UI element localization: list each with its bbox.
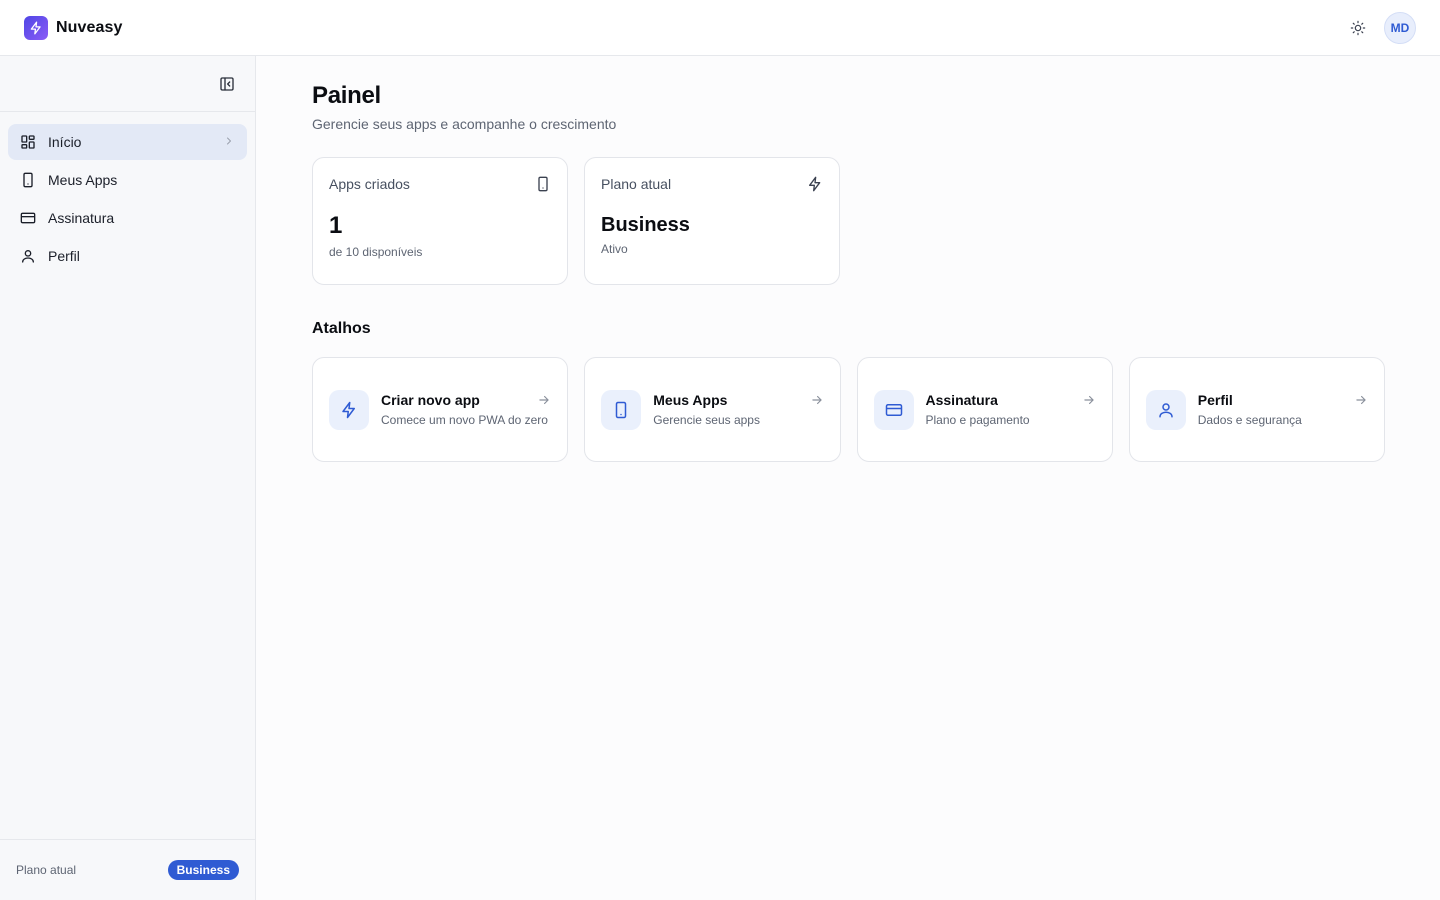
sun-icon	[1350, 20, 1366, 35]
sidebar-item-inicio[interactable]: Início	[8, 124, 247, 160]
shortcut-perfil[interactable]: Perfil Dados e segurança	[1128, 357, 1385, 462]
sidebar: Início Meus Apps Assinatura Perfil Plano…	[0, 56, 256, 900]
shortcut-meus-apps[interactable]: Meus Apps Gerencie seus apps	[584, 357, 841, 462]
top-header: Nuveasy MD	[0, 0, 1440, 56]
shortcuts-title: Atalhos	[312, 320, 371, 337]
sidebar-item-assinatura[interactable]: Assinatura	[8, 200, 247, 236]
smartphone-icon	[601, 389, 642, 430]
sidebar-item-label: Meus Apps	[48, 172, 118, 188]
shortcut-subtitle: Comece um novo PWA do zero	[381, 412, 548, 427]
sidebar-item-label: Início	[48, 134, 82, 150]
stat-label: Apps criados	[329, 176, 410, 192]
shortcut-subtitle: Gerencie seus apps	[653, 412, 760, 427]
sidebar-collapse-button[interactable]	[217, 74, 237, 94]
sidebar-item-label: Assinatura	[48, 210, 115, 226]
stat-value: 1	[329, 212, 343, 239]
shortcut-subtitle: Plano e pagamento	[925, 412, 1030, 427]
layout-grid-icon	[20, 134, 36, 150]
shortcut-title: Perfil	[1197, 391, 1233, 408]
user-avatar[interactable]: MD	[1384, 11, 1416, 44]
credit-card-icon	[873, 389, 914, 430]
arrow-right-icon	[810, 393, 824, 407]
chevron-right-icon	[223, 135, 235, 147]
stat-label: Plano atual	[601, 176, 672, 192]
stat-card-apps-criados: Apps criados 1 de 10 disponíveis	[312, 157, 568, 285]
main-content: Painel Gerencie seus apps e acompanhe o …	[312, 56, 1385, 462]
brand[interactable]: Nuveasy	[24, 15, 123, 40]
sidebar-item-label: Perfil	[48, 248, 80, 264]
smartphone-icon	[20, 172, 36, 188]
shortcut-title: Meus Apps	[653, 391, 728, 408]
stats-row: Apps criados 1 de 10 disponíveis Plano a…	[312, 157, 1385, 285]
plan-badge: Business	[167, 860, 239, 880]
shortcut-subtitle: Dados e segurança	[1197, 412, 1302, 427]
header-actions: MD	[1348, 11, 1416, 44]
sidebar-nav: Início Meus Apps Assinatura Perfil	[0, 112, 255, 286]
arrow-right-icon	[1354, 393, 1368, 407]
logo-zap-icon	[24, 15, 48, 40]
stat-value: Business	[601, 214, 690, 236]
smartphone-icon	[535, 176, 551, 192]
stat-subtext: de 10 disponíveis	[329, 245, 423, 259]
sidebar-footer: Plano atual Business	[0, 839, 255, 900]
user-icon	[20, 248, 36, 264]
shortcut-assinatura[interactable]: Assinatura Plano e pagamento	[856, 357, 1113, 462]
stat-card-plano-atual: Plano atual Business Ativo	[584, 157, 840, 285]
credit-card-icon	[20, 210, 36, 226]
sidebar-top	[0, 56, 255, 112]
sidebar-item-perfil[interactable]: Perfil	[8, 238, 247, 274]
page-title: Painel	[312, 82, 381, 109]
zap-icon	[329, 389, 369, 430]
page-subtitle: Gerencie seus apps e acompanhe o crescim…	[312, 116, 617, 132]
panel-left-close-icon	[220, 76, 234, 91]
arrow-right-icon	[537, 393, 551, 407]
zap-icon	[807, 176, 823, 192]
shortcut-title: Assinatura	[925, 391, 998, 408]
shortcut-title: Criar novo app	[381, 391, 480, 408]
current-plan-label: Plano atual	[16, 863, 77, 877]
user-icon	[1145, 389, 1186, 430]
theme-toggle-button[interactable]	[1348, 18, 1368, 38]
arrow-right-icon	[1082, 393, 1096, 407]
brand-name: Nuveasy	[56, 18, 123, 36]
shortcut-criar-novo-app[interactable]: Criar novo app Comece um novo PWA do zer…	[312, 357, 569, 462]
sidebar-item-meus-apps[interactable]: Meus Apps	[8, 162, 247, 198]
shortcuts-row: Criar novo app Comece um novo PWA do zer…	[312, 357, 1385, 462]
stat-subtext: Ativo	[601, 242, 628, 256]
